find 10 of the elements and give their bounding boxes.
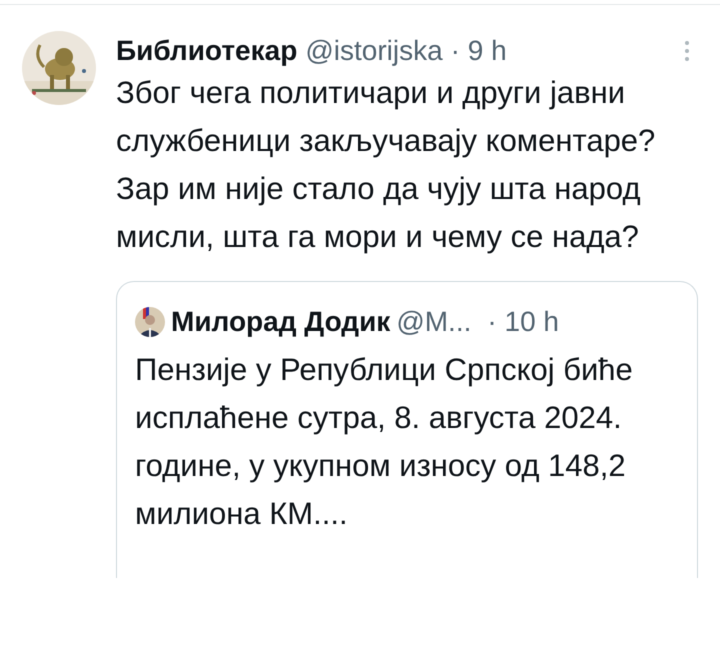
author-handle[interactable]: @istorijska — [305, 35, 443, 67]
timestamp[interactable]: · 9 h — [450, 35, 507, 67]
author-handle[interactable]: @M... — [396, 306, 472, 338]
tweet-text: Због чега политичари и други јавни службеници закључавају коментаре? Зар им није стало да чују шта народ мисли, шта га мори и чему се нада? — [116, 74, 656, 256]
author-name[interactable]: Милорад Додик — [171, 306, 390, 338]
quoted-tweet-card[interactable]: Милорад Додик @M... · 10 h Пензије у Републици Српској биће исплаћене сутра, 8. августа 2024. године, у укупном износу од 148,2 милиона КМ.... — [116, 281, 698, 578]
more-icon[interactable] — [684, 40, 690, 62]
author-name[interactable]: Библиотекар — [116, 35, 298, 67]
quoted-tweet-text: Пензије у Републици Српској биће исплаћене сутра, 8. августа 2024. године, у укупном износу од 148,2 милиона КМ.... — [135, 351, 634, 533]
timestamp[interactable]: · 10 h — [487, 306, 560, 338]
